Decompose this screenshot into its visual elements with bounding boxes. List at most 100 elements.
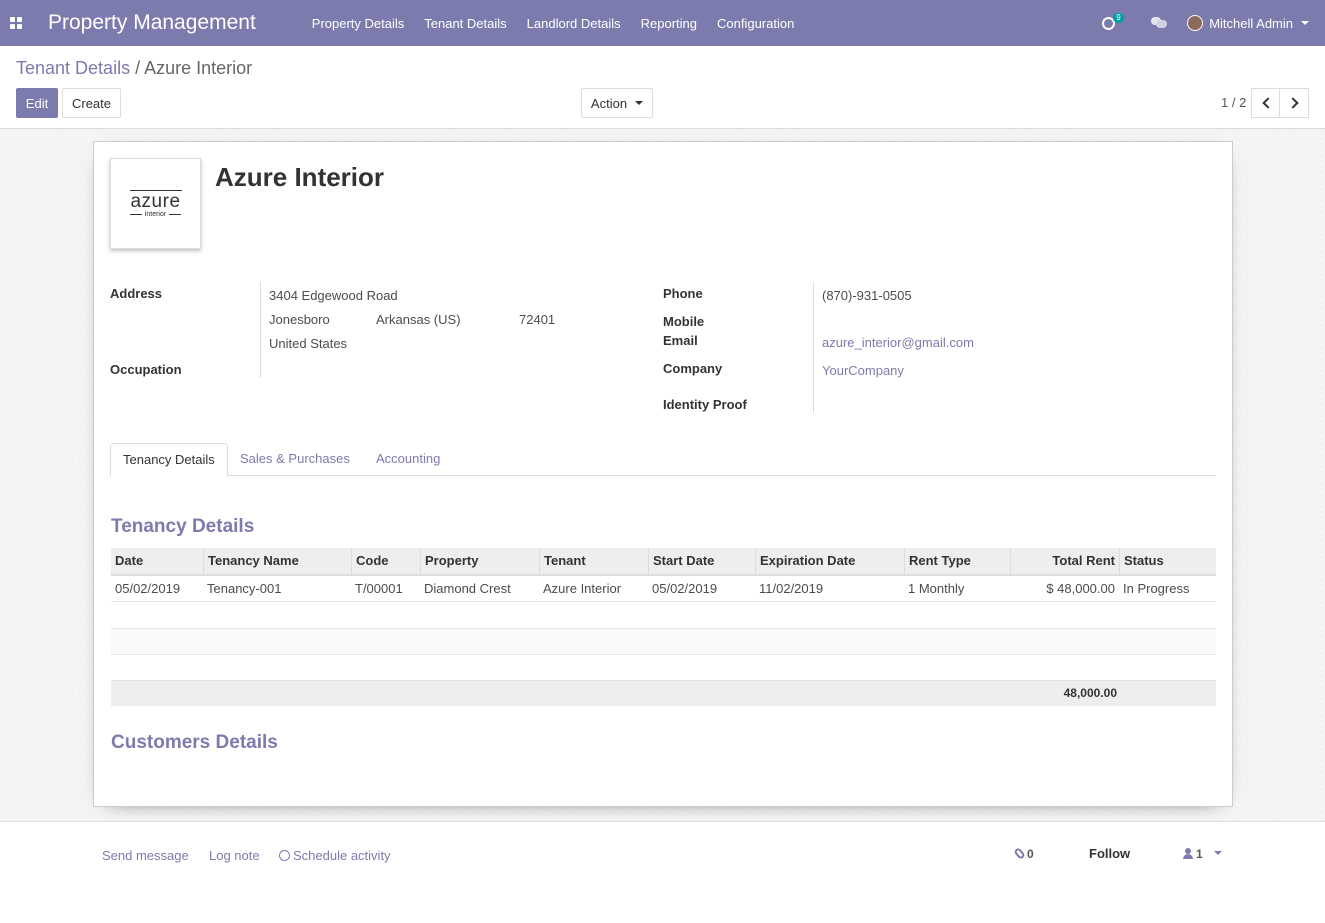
notebook-tabs: Tenancy Details Sales & Purchases Accoun… [110,443,1216,477]
company-value[interactable]: YourCompany [822,363,904,378]
field-divider [813,282,814,413]
empty-row [111,655,1216,681]
pager-value[interactable]: 1 / 2 [1221,95,1246,110]
followers-button[interactable]: 1 [1183,847,1203,861]
main-menu: Property Details Tenant Details Landlord… [302,16,805,31]
cell-property: Diamond Crest [424,581,511,596]
table-row[interactable]: 05/02/2019 Tenancy-001 T/00001 Diamond C… [111,576,1216,602]
clock-icon [279,850,290,861]
cell-start-date: 05/02/2019 [652,581,718,596]
column-date[interactable]: Date [111,548,203,574]
follow-button[interactable]: Follow [1089,846,1130,861]
tab-accounting[interactable]: Accounting [364,443,452,476]
activity-clock-icon[interactable]: 9 [1101,12,1124,34]
phone-value[interactable]: (870)-931-0505 [822,288,912,303]
address-street: 3404 Edgewood Road [269,288,398,303]
cell-tenant: Azure Interior [543,581,622,596]
chat-bubbles-icon[interactable] [1151,17,1168,29]
record-name: Azure Interior [215,162,385,192]
followers-count: 1 [1196,847,1203,861]
customers-section-title: Customers Details [111,732,278,753]
address-zip: 72401 [519,312,556,327]
column-expiration-date[interactable]: Expiration Date [755,548,904,574]
logo-word: azure [130,190,181,212]
attachments-button[interactable]: 0 [1013,847,1034,861]
mobile-label: Mobile [663,314,705,329]
create-button-label: Create [71,95,112,111]
column-property[interactable]: Property [420,548,539,574]
menu-tenant-details[interactable]: Tenant Details [414,16,516,31]
caret-down-icon[interactable] [1214,851,1222,855]
table-footer: 48,000.00 [111,681,1216,706]
cell-expiration-date: 11/02/2019 [759,581,824,596]
breadcrumb-current: Azure Interior [144,58,253,78]
form-sheet: azure interior Azure Interior Address 34… [93,141,1233,807]
address-city: Jonesboro [269,312,330,327]
address-country: United States [269,336,348,351]
chevron-left-icon [1261,97,1274,109]
column-status[interactable]: Status [1119,548,1216,574]
user-name: Mitchell Admin [1209,15,1293,31]
user-icon [1183,848,1193,859]
send-message-button[interactable]: Send message [102,848,189,863]
action-label: Action [590,95,628,111]
menu-configuration[interactable]: Configuration [707,16,804,31]
navbar-systray: 9 Mitchell Admin [1101,0,1309,46]
apps-menu-icon[interactable] [0,0,32,46]
tenant-logo[interactable]: azure interior [110,158,201,249]
chevron-right-icon [1286,97,1299,109]
activity-count-badge: 9 [1113,13,1124,23]
column-start-date[interactable]: Start Date [648,548,755,574]
tab-tenancy-details[interactable]: Tenancy Details [110,443,228,477]
column-rent-type[interactable]: Rent Type [904,548,1010,574]
phone-label: Phone [663,286,703,301]
log-note-button[interactable]: Log note [209,848,260,863]
edit-button[interactable]: Edit [16,88,58,118]
company-label: Company [663,361,723,376]
identity-proof-label: Identity Proof [663,397,747,412]
avatar [1187,15,1204,31]
field-divider [260,282,261,378]
paperclip-icon [1013,847,1026,860]
column-code[interactable]: Code [351,548,420,574]
breadcrumb: Tenant Details / Azure Interior [16,58,252,79]
pager-previous-button[interactable] [1251,88,1281,118]
cell-status: In Progress [1123,581,1190,596]
action-dropdown[interactable]: Action [581,88,653,118]
menu-reporting[interactable]: Reporting [631,16,707,31]
schedule-activity-label: Schedule activity [293,848,391,863]
tenancy-section-title: Tenancy Details [111,516,255,537]
breadcrumb-parent[interactable]: Tenant Details [16,58,130,78]
address-state: Arkansas (US) [376,312,461,327]
edit-button-label: Edit [25,95,49,111]
app-title[interactable]: Property Management [48,11,256,35]
cell-total-rent: $ 48,000.00 [1046,581,1115,596]
logo-sub: interior [144,210,167,218]
user-menu[interactable]: Mitchell Admin [1187,15,1309,31]
empty-row [111,629,1216,655]
empty-row [111,603,1216,629]
occupation-label: Occupation [110,362,182,377]
email-value[interactable]: azure_interior@gmail.com [822,335,974,350]
menu-property-details[interactable]: Property Details [302,16,414,31]
pager-next-button[interactable] [1279,88,1309,118]
menu-landlord-details[interactable]: Landlord Details [517,16,631,31]
chevron-down-icon [1301,21,1309,25]
total-rent-sum: 48,000.00 [1063,686,1117,700]
tab-sales-purchases[interactable]: Sales & Purchases [228,443,362,476]
column-tenancy-name[interactable]: Tenancy Name [203,548,351,574]
cell-rent-type: 1 Monthly [908,581,965,596]
column-tenant[interactable]: Tenant [539,548,648,574]
column-total-rent[interactable]: Total Rent [1010,548,1119,574]
create-button[interactable]: Create [62,88,121,118]
top-navbar: Property Management Property Details Ten… [0,0,1325,46]
attachments-count: 0 [1027,847,1034,861]
cell-date: 05/02/2019 [115,581,181,596]
address-label: Address [110,286,163,301]
schedule-activity-button[interactable]: Schedule activity [279,848,391,863]
caret-down-icon [635,101,644,105]
cell-tenancy-name: Tenancy-001 [207,581,282,596]
table-header: Date Tenancy Name Code Property Tenant S… [111,548,1216,576]
chatter: Send message Log note Schedule activity … [0,821,1325,923]
cell-code: T/00001 [355,581,403,596]
